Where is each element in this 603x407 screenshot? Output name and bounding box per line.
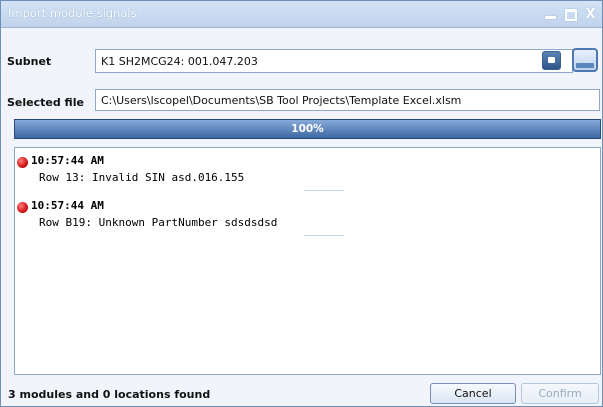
divider [304,190,344,191]
log-message: Row B19: Unknown PartNumber sdsdsdsd [39,216,278,229]
subnet-value: K1 SH2MCG24: 001.047.203 [101,54,258,68]
window-controls: X [543,4,598,24]
error-icon [17,157,28,168]
log-time: 10:57:44 AM [31,154,104,167]
error-icon [17,202,28,213]
subnet-label: Subnet [7,55,52,68]
subnet-dropdown-arrow-icon[interactable] [542,51,561,70]
selected-file-path: C:\Users\lscopel\Documents\SB Tool Proje… [101,93,462,107]
selected-file-field[interactable]: C:\Users\lscopel\Documents\SB Tool Proje… [95,89,600,111]
close-button[interactable]: X [583,7,598,22]
cancel-button[interactable]: Cancel [430,383,516,404]
save-icon[interactable] [572,48,598,72]
subnet-dropdown[interactable]: K1 SH2MCG24: 001.047.203 [95,49,573,73]
status-text: 3 modules and 0 locations found [8,388,211,401]
window-title: Import module signals [8,6,137,20]
selected-file-label: Selected file [7,96,84,109]
log-entry: 10:57:44 AM Row 13: Invalid SIN asd.016.… [17,154,597,192]
confirm-button[interactable]: Confirm [521,383,599,404]
maximize-button[interactable] [563,7,578,22]
log-message: Row 13: Invalid SIN asd.016.155 [39,171,245,184]
import-dialog: Import module signals X Subnet K1 SH2MCG… [0,0,603,407]
title-bar[interactable]: Import module signals X [1,1,602,28]
progress-bar: 100% [14,119,601,139]
divider [304,235,344,236]
log-time: 10:57:44 AM [31,199,104,212]
minimize-button[interactable] [543,7,558,22]
log-panel[interactable]: 10:57:44 AM Row 13: Invalid SIN asd.016.… [14,147,601,375]
log-entry: 10:57:44 AM Row B19: Unknown PartNumber … [17,199,597,237]
progress-label: 100% [291,123,324,135]
